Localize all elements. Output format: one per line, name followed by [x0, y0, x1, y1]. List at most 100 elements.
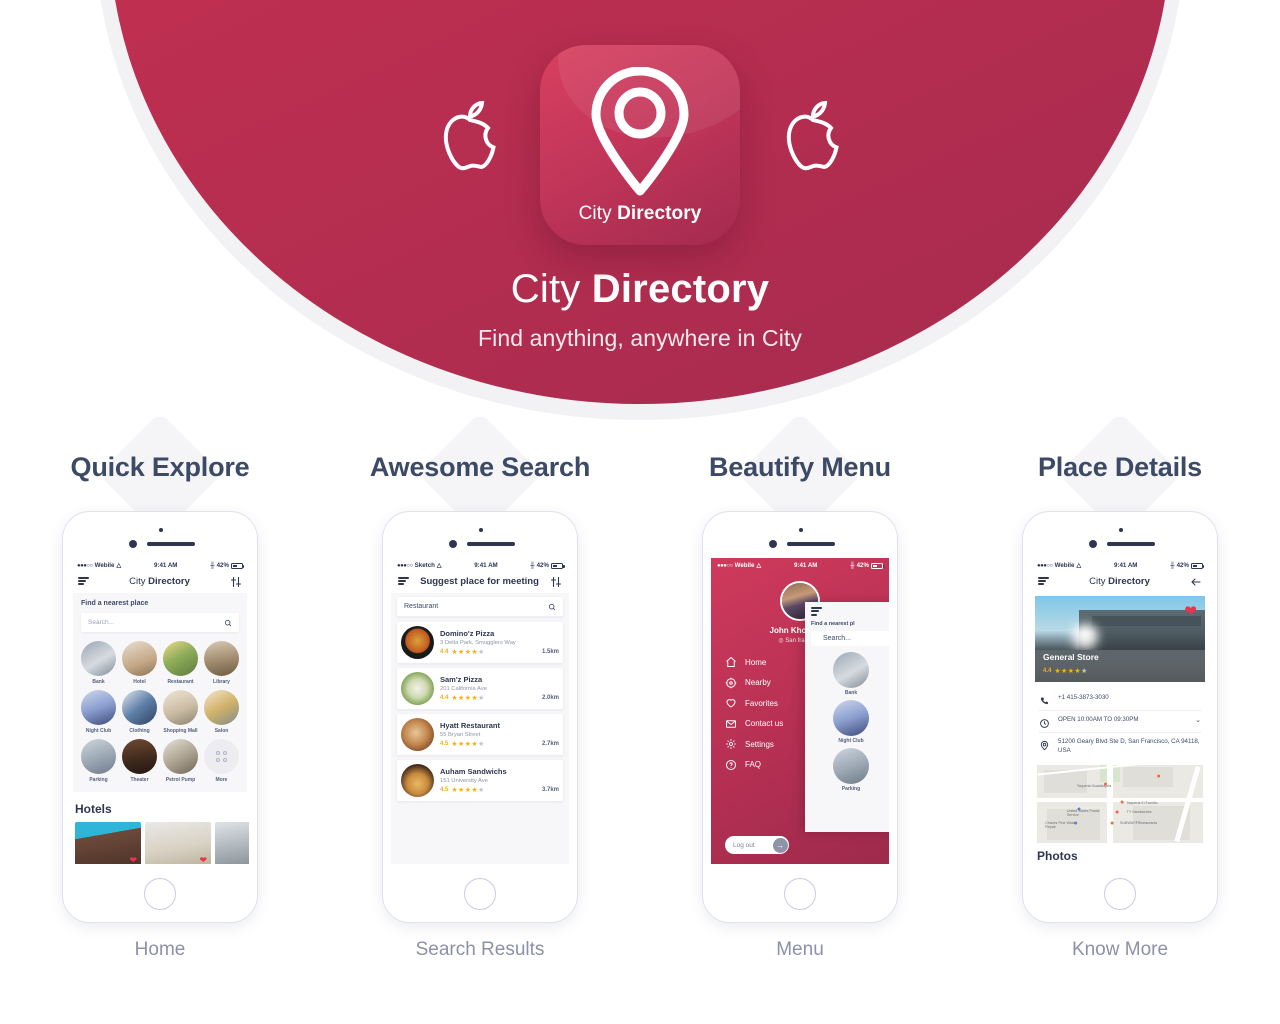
search-input[interactable]: Search... — [81, 613, 239, 632]
phone-mockup-menu: ●●●○○ Webile △ 9:41 AM ╫ 42% John Khotun… — [702, 511, 898, 923]
hamburger-icon[interactable] — [398, 576, 409, 586]
battery-icon — [870, 562, 885, 569]
category-library[interactable]: Library — [204, 641, 239, 685]
result-address: 3 Delta Park, Smugglers Way — [440, 639, 516, 646]
nav-title: Suggest place for meeting — [420, 575, 539, 587]
map-marker[interactable]: ● — [1103, 781, 1107, 788]
category-salon[interactable]: Salon — [204, 690, 239, 734]
hotel-card[interactable]: ❤ — [75, 822, 141, 864]
phone-screen-home: ●●●○○ Webile △ 9:41 AM ╫ 42% City Direct… — [71, 558, 249, 864]
app-icon-label: City Directory — [540, 203, 740, 225]
place-rating: 4.4 ★★★★★ — [1043, 667, 1088, 675]
rating-value: 4.4 — [1043, 668, 1052, 674]
result-meta: 4.4 ★★★★★ 2.0km — [440, 694, 559, 702]
status-right: ╫ 42% — [1170, 562, 1205, 569]
battery-icon — [551, 562, 565, 569]
hours-row[interactable]: OPEN 10:00AM TO 09:30PM ⌄ — [1039, 711, 1201, 733]
panel-label: Find a nearest pl — [811, 620, 855, 627]
place-map[interactable]: Taqueria Guadalajara United States Posta… — [1037, 764, 1203, 843]
heart-icon[interactable]: ❤ — [129, 855, 137, 864]
heart-icon — [725, 697, 737, 709]
phone-home-button[interactable] — [144, 878, 176, 910]
hours-text: OPEN 10:00AM TO 09:30PM — [1058, 716, 1139, 723]
hotel-card[interactable]: ❤ — [145, 822, 211, 864]
result-body: Sam'z Pizza 201 California Ave 4.4 ★★★★★… — [440, 675, 559, 702]
address-text: 51200 Geary Blvd Ste D, San Francisco, C… — [1058, 738, 1200, 754]
chevron-down-icon[interactable]: ⌄ — [1195, 716, 1201, 724]
map-marker[interactable]: ● — [1115, 809, 1119, 816]
result-body: Hyatt Restaurant 55 Bryan Street 4.5 ★★★… — [440, 721, 559, 748]
battery-icon — [230, 562, 245, 569]
hero-icon-row: City Directory — [0, 0, 1280, 245]
wifi-icon: △ — [1076, 562, 1082, 569]
phone-screen-search: ●●●○○ Sketch △ 9:41 AM ╫ 42% Suggest pla… — [391, 558, 569, 864]
map-marker[interactable]: ● — [1110, 820, 1114, 827]
result-row[interactable]: Auham Sandwichs 151 University Ave 4.5 ★… — [397, 760, 563, 801]
place-info-rows: +1 415-3873-3030 OPEN 10:00AM TO 09:30PM… — [1031, 682, 1209, 761]
address-row[interactable]: 51200 Geary Blvd Ste D, San Francisco, C… — [1039, 733, 1201, 761]
phone-home-button[interactable] — [464, 878, 496, 910]
category-parking[interactable]: Parking — [833, 747, 869, 792]
hamburger-icon[interactable] — [78, 576, 89, 586]
category-bank[interactable]: Bank — [81, 641, 116, 685]
result-rating: 4.5 — [440, 787, 449, 793]
logout-button[interactable]: Log out → — [725, 836, 789, 854]
location-pin-icon — [1039, 738, 1050, 751]
phone-row[interactable]: +1 415-3873-3030 — [1039, 689, 1201, 711]
back-arrow-icon[interactable] — [1190, 575, 1202, 587]
category-theater[interactable]: Theater — [122, 739, 157, 783]
search-input[interactable]: Restaurant — [397, 597, 563, 616]
category-shopping-mall[interactable]: Shopping Mall — [163, 690, 198, 734]
result-address: 55 Bryan Street — [440, 731, 481, 738]
category-label: Petrol Pump — [165, 777, 196, 783]
map-marker[interactable]: ● — [1120, 799, 1124, 806]
search-input[interactable]: Search... — [811, 630, 889, 646]
filter-icon[interactable] — [550, 575, 562, 588]
phone-icon — [1039, 694, 1050, 705]
category-night-club[interactable]: Night Club — [833, 699, 869, 744]
battery-label: 42% — [536, 562, 549, 569]
hamburger-icon[interactable] — [811, 607, 822, 616]
result-distance: 2.7km — [541, 741, 559, 747]
phone-camera — [479, 528, 483, 532]
search-value: Restaurant — [404, 603, 439, 610]
hero-title-light: City — [510, 267, 592, 311]
category-more[interactable]: More — [204, 739, 239, 783]
phone-home-button[interactable] — [784, 878, 816, 910]
result-row[interactable]: Sam'z Pizza 201 California Ave 4.4 ★★★★★… — [397, 668, 563, 709]
hamburger-icon[interactable] — [1038, 576, 1049, 586]
category-restaurant[interactable]: Restaurant — [163, 641, 198, 685]
category-night-club[interactable]: Night Club — [81, 690, 116, 734]
status-left: ●●●○○ Webile △ — [77, 562, 121, 569]
menu-item-label: Contact us — [745, 719, 784, 728]
category-clothing[interactable]: Clothing — [122, 690, 157, 734]
menu-item-label: FAQ — [745, 760, 762, 769]
search-placeholder: Search... — [88, 619, 115, 626]
result-name: Sam'z Pizza — [440, 675, 483, 684]
nav-title: City Directory — [129, 576, 190, 587]
phone-sensor — [769, 540, 777, 548]
map-marker[interactable]: ● — [1074, 820, 1078, 827]
map-marker[interactable]: ● — [1077, 806, 1081, 813]
category-parking[interactable]: Parking — [81, 739, 116, 783]
result-meta: 4.5 ★★★★★ 3.7km — [440, 786, 559, 794]
status-left: ●●●○○ Sketch △ — [397, 562, 442, 569]
bluetooth-icon: ╫ — [1170, 562, 1175, 569]
map-marker[interactable]: ● — [1157, 773, 1161, 780]
hotel-card[interactable] — [215, 822, 249, 864]
result-row[interactable]: Domino'z Pizza 3 Delta Park, Smugglers W… — [397, 622, 563, 663]
menu-item-label: Settings — [745, 739, 774, 749]
filter-icon[interactable] — [230, 575, 242, 588]
category-hotel[interactable]: Hotel — [122, 641, 157, 685]
category-bank[interactable]: Bank — [833, 651, 869, 696]
feature-quick-explore: Quick Explore ●●●○○ Webile △ 9:41 AM ╫ 4… — [0, 411, 320, 961]
phone-home-button[interactable] — [1104, 878, 1136, 910]
carrier-label: Webile — [94, 562, 115, 569]
heart-icon[interactable]: ❤ — [199, 855, 207, 864]
heart-icon[interactable]: ❤ — [1184, 602, 1197, 620]
status-bar: ●●●○○ Webile △ 9:41 AM ╫ 42% — [71, 558, 249, 571]
target-icon — [725, 677, 737, 689]
category-petrol-pump[interactable]: Petrol Pump — [163, 739, 198, 783]
result-row[interactable]: Hyatt Restaurant 55 Bryan Street 4.5 ★★★… — [397, 714, 563, 755]
app-icon-label-bold: Directory — [617, 203, 702, 224]
